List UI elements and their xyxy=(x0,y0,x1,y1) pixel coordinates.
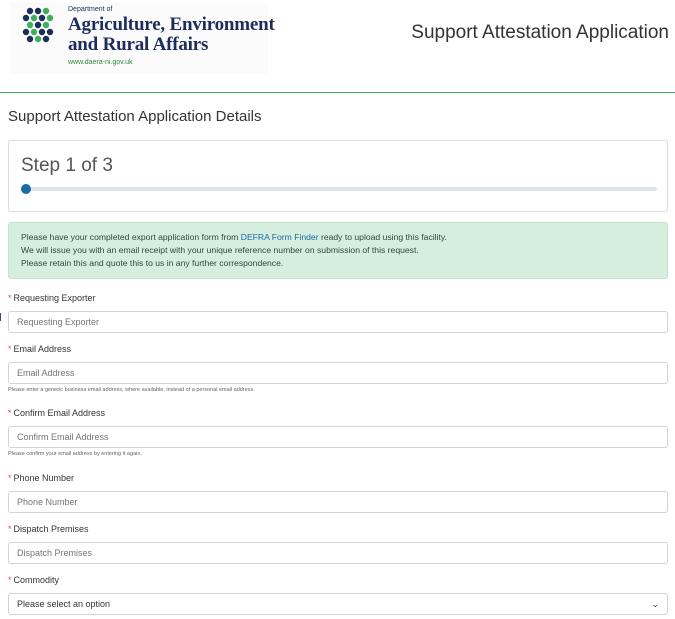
logo-name-line1: Agriculture, Environment xyxy=(68,14,275,35)
page-header: Department of Agriculture, Environment a… xyxy=(0,0,675,93)
info-line-1-prefix: Please have your completed export applic… xyxy=(21,232,241,242)
info-line-1: Please have your completed export applic… xyxy=(21,231,655,244)
app-title: Support Attestation Application xyxy=(411,22,669,43)
hexagon-logo-icon xyxy=(22,7,54,43)
daera-logo[interactable]: Department of Agriculture, Environment a… xyxy=(10,2,275,74)
phone-number-input[interactable] xyxy=(8,491,668,513)
commodity-label: * Commodity xyxy=(8,574,670,586)
step-progress-panel: Step 1 of 3 xyxy=(8,140,668,212)
page-title: Support Attestation Application Details xyxy=(8,108,262,125)
email-help-text: Please enter a generic business email ad… xyxy=(8,387,255,393)
progress-marker xyxy=(21,184,31,194)
commodity-field-group: * Commodity Please select an option ⌄ xyxy=(8,574,670,615)
phone-label: * Phone Number xyxy=(8,472,670,484)
email-input[interactable] xyxy=(8,362,668,384)
required-marker: * xyxy=(8,524,12,534)
exporter-label: * Requesting Exporter xyxy=(8,292,670,304)
commodity-select[interactable]: Please select an option ⌄ xyxy=(8,593,668,615)
required-marker: * xyxy=(8,408,12,418)
dispatch-premises-input[interactable] xyxy=(8,542,668,564)
phone-label-text: Phone Number xyxy=(13,473,75,483)
required-marker: * xyxy=(8,473,12,483)
commodity-selected-value: Please select an option xyxy=(17,599,111,609)
confirm-email-input[interactable] xyxy=(8,426,668,448)
info-alert: Please have your completed export applic… xyxy=(8,222,668,279)
progress-bar xyxy=(21,184,657,194)
confirm-email-label-text: Confirm Email Address xyxy=(13,408,106,418)
confirm-email-label: * Confirm Email Address xyxy=(8,407,670,419)
required-marker: * xyxy=(8,293,12,303)
defra-form-finder-link[interactable]: DEFRA Form Finder xyxy=(241,232,319,242)
email-label: * Email Address xyxy=(8,343,670,355)
requesting-exporter-input[interactable] xyxy=(8,311,668,333)
step-indicator: Step 1 of 3 xyxy=(21,155,113,176)
email-field-group: *Email Address Please enter a generic bu… xyxy=(8,343,670,393)
required-marker: * xyxy=(8,575,12,585)
commodity-label-text: Commodity xyxy=(13,575,60,585)
dispatch-label-text: Dispatch Premises xyxy=(13,524,89,534)
chevron-down-icon: ⌄ xyxy=(651,599,659,609)
dispatch-label: * Dispatch Premises xyxy=(8,523,670,535)
info-line-2: We will issue you with an email receipt … xyxy=(21,245,419,255)
dispatch-field-group: * Dispatch Premises xyxy=(8,523,670,564)
confirm-email-help-text: Please confirm your email address by ent… xyxy=(8,451,142,457)
logo-website: www.daera-ni.gov.uk xyxy=(68,59,133,66)
logo-department-text: Department of xyxy=(68,6,113,13)
logo-name-line2: and Rural Affairs xyxy=(68,34,209,55)
focus-marker xyxy=(0,313,1,321)
phone-field-group: * Phone Number xyxy=(8,472,670,513)
confirm-email-field-group: *Confirm Email Address Please confirm yo… xyxy=(8,407,670,457)
email-label-text: Email Address xyxy=(13,344,72,354)
exporter-field-group: * Requesting Exporter xyxy=(8,292,670,333)
info-line-3: Please retain this and quote this to us … xyxy=(21,258,284,268)
required-marker: * xyxy=(8,344,12,354)
exporter-label-text: Requesting Exporter xyxy=(13,293,96,303)
info-line-1-suffix: ready to upload using this facility. xyxy=(318,232,447,242)
